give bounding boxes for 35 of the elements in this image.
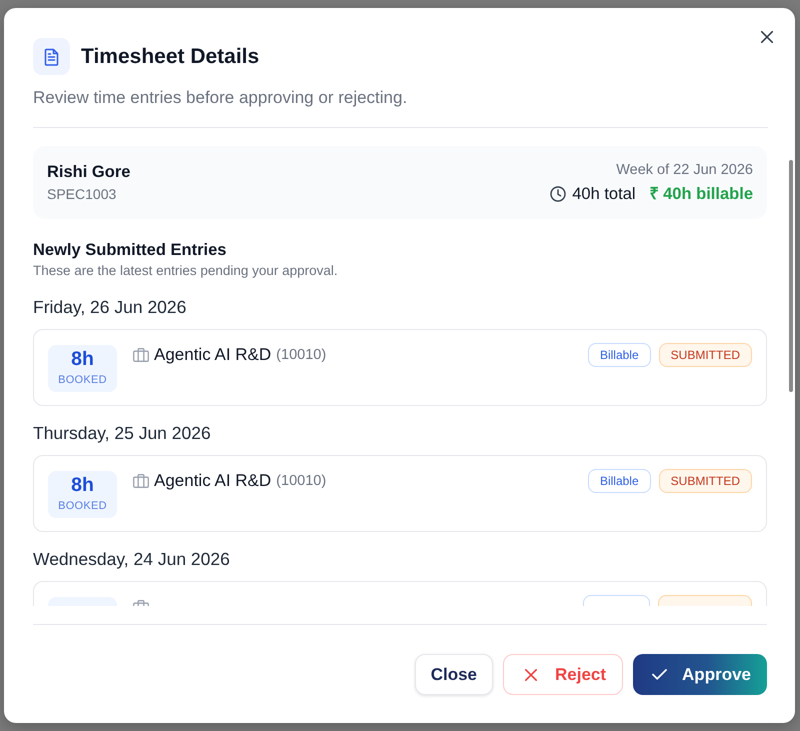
clock-icon [550, 186, 566, 202]
close-button[interactable]: Close [414, 654, 493, 695]
employee-name: Rishi Gore [47, 162, 130, 182]
hours-value: 8h [70, 474, 95, 496]
close-icon[interactable] [761, 31, 773, 43]
dialog-subtitle: Review time entries before approving or rejecting. [33, 87, 408, 109]
document-icon [33, 38, 70, 75]
project-name: Agentic AI R&D [154, 471, 272, 491]
employee-id: SPEC1003 [47, 185, 118, 203]
dialog-title: Timesheet Details [81, 44, 260, 70]
section-title: Newly Submitted Entries [33, 240, 228, 260]
total-hours: 40h total [572, 184, 636, 204]
briefcase-icon [133, 474, 149, 488]
status-badge: SUBMITTED [658, 343, 752, 367]
day-heading: Thursday, 25 Jun 2026 [33, 422, 212, 444]
hours-label: BOOKED [57, 373, 108, 387]
day-heading: Friday, 26 Jun 2026 [33, 296, 188, 318]
status-badge: SUBMITTED [658, 469, 752, 493]
project-name: Agentic AI R&D [154, 345, 272, 365]
briefcase-icon [133, 348, 149, 362]
section-subtitle: These are the latest entries pending your approval. [33, 262, 339, 280]
hours-value: 8h [70, 348, 95, 370]
close-icon [525, 668, 537, 680]
check-icon [652, 669, 668, 680]
scrollbar-thumb[interactable] [789, 160, 793, 392]
week-label: Week of 22 Jun 2026 [616, 161, 753, 179]
project-code: (10010) [276, 346, 326, 365]
hours-label: BOOKED [57, 499, 108, 513]
billing-tag: Billable [588, 343, 651, 367]
reject-button[interactable]: Reject [503, 654, 624, 695]
day-heading: Wednesday, 24 Jun 2026 [33, 548, 231, 570]
project-code: (10010) [276, 472, 326, 491]
billing-tag: Billable [588, 469, 651, 493]
billable-hours: ₹ 40h billable [650, 184, 753, 204]
approve-button[interactable]: Approve [633, 654, 767, 695]
